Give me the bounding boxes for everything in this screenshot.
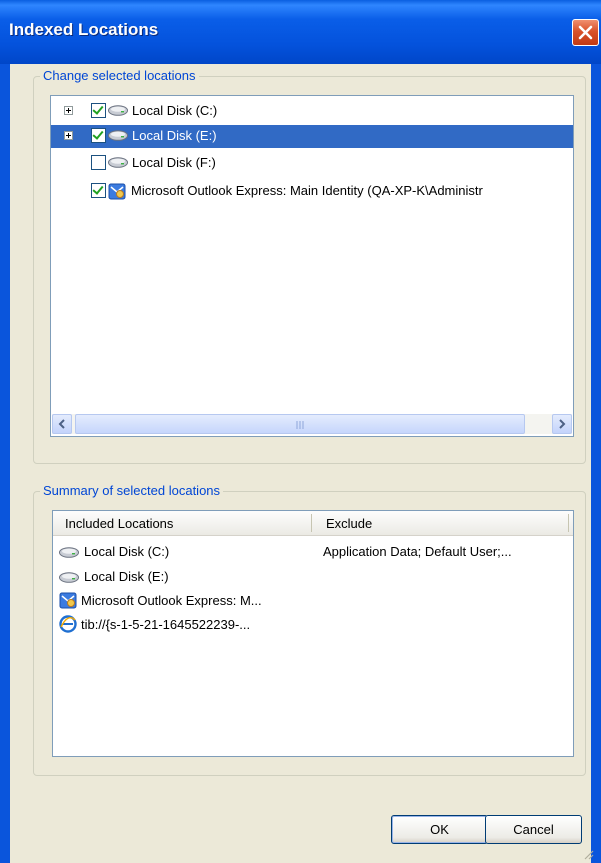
expand-icon[interactable] bbox=[64, 131, 73, 140]
drive-icon bbox=[108, 105, 128, 116]
drive-icon bbox=[59, 547, 79, 558]
ie-icon bbox=[59, 615, 77, 633]
outlook-express-icon bbox=[59, 592, 77, 609]
included-location: tib://{s-1-5-21-1645522239-... bbox=[81, 617, 251, 632]
tree-item-label: Local Disk (C:) bbox=[132, 103, 218, 118]
tree-item-label: Microsoft Outlook Express: Main Identity… bbox=[131, 183, 483, 198]
list-item[interactable]: Local Disk (C:) Application Data; Defaul… bbox=[53, 541, 573, 563]
expand-icon[interactable] bbox=[64, 106, 73, 115]
resize-grip-icon[interactable] bbox=[582, 848, 594, 860]
cancel-button[interactable]: Cancel bbox=[485, 815, 582, 844]
tree-item-local-disk-c[interactable]: Local Disk (C:) bbox=[51, 100, 573, 123]
outlook-express-icon bbox=[108, 183, 126, 200]
included-location: Local Disk (E:) bbox=[84, 569, 169, 584]
tree-item-label: Local Disk (F:) bbox=[132, 155, 216, 170]
list-header: Included Locations Exclude bbox=[53, 511, 573, 536]
list-item[interactable]: tib://{s-1-5-21-1645522239-... bbox=[53, 614, 573, 636]
ok-button[interactable]: OK bbox=[391, 815, 488, 844]
window-border-right bbox=[591, 64, 601, 863]
list-item[interactable]: Local Disk (E:) bbox=[53, 566, 573, 588]
indexed-locations-dialog: Indexed Locations Change selected locati… bbox=[0, 0, 601, 863]
included-location: Local Disk (C:) bbox=[84, 544, 170, 559]
chevron-left-icon bbox=[58, 419, 65, 429]
column-divider[interactable] bbox=[568, 514, 569, 532]
close-button[interactable] bbox=[572, 19, 599, 46]
drive-icon bbox=[59, 572, 79, 583]
column-header-exclude[interactable]: Exclude bbox=[326, 516, 372, 531]
chevron-right-icon bbox=[559, 419, 566, 429]
excluded-locations: Application Data; Default User;... bbox=[323, 544, 512, 559]
column-header-included[interactable]: Included Locations bbox=[65, 516, 173, 531]
locations-tree[interactable]: Local Disk (C:) Local Disk (E:) Local Di… bbox=[50, 95, 574, 437]
drive-icon bbox=[108, 130, 128, 141]
title-bar[interactable]: Indexed Locations bbox=[0, 0, 601, 64]
summary-list[interactable]: Included Locations Exclude Local Disk (C… bbox=[52, 510, 574, 757]
drive-icon bbox=[108, 157, 128, 168]
summary-legend: Summary of selected locations bbox=[40, 483, 224, 498]
window-border-left bbox=[0, 64, 10, 863]
scroll-left-button[interactable] bbox=[52, 414, 72, 434]
column-divider[interactable] bbox=[311, 514, 312, 532]
grip-icon bbox=[296, 421, 304, 429]
tree-item-local-disk-e[interactable]: Local Disk (E:) bbox=[51, 125, 573, 148]
tree-item-label: Local Disk (E:) bbox=[132, 128, 217, 143]
change-locations-legend: Change selected locations bbox=[40, 68, 199, 83]
list-item[interactable]: Microsoft Outlook Express: M... bbox=[53, 590, 573, 612]
tree-checkbox[interactable] bbox=[91, 183, 106, 198]
tree-checkbox[interactable] bbox=[91, 128, 106, 143]
included-location: Microsoft Outlook Express: M... bbox=[81, 593, 262, 608]
window-title: Indexed Locations bbox=[9, 20, 159, 39]
tree-item-outlook-express[interactable]: Microsoft Outlook Express: Main Identity… bbox=[51, 180, 573, 203]
tree-checkbox[interactable] bbox=[91, 155, 106, 170]
tree-checkbox[interactable] bbox=[91, 103, 106, 118]
horizontal-scrollbar[interactable] bbox=[52, 414, 572, 434]
tree-item-local-disk-f[interactable]: Local Disk (F:) bbox=[51, 152, 573, 175]
close-icon bbox=[578, 25, 593, 40]
scroll-thumb[interactable] bbox=[75, 414, 525, 434]
scroll-right-button[interactable] bbox=[552, 414, 572, 434]
